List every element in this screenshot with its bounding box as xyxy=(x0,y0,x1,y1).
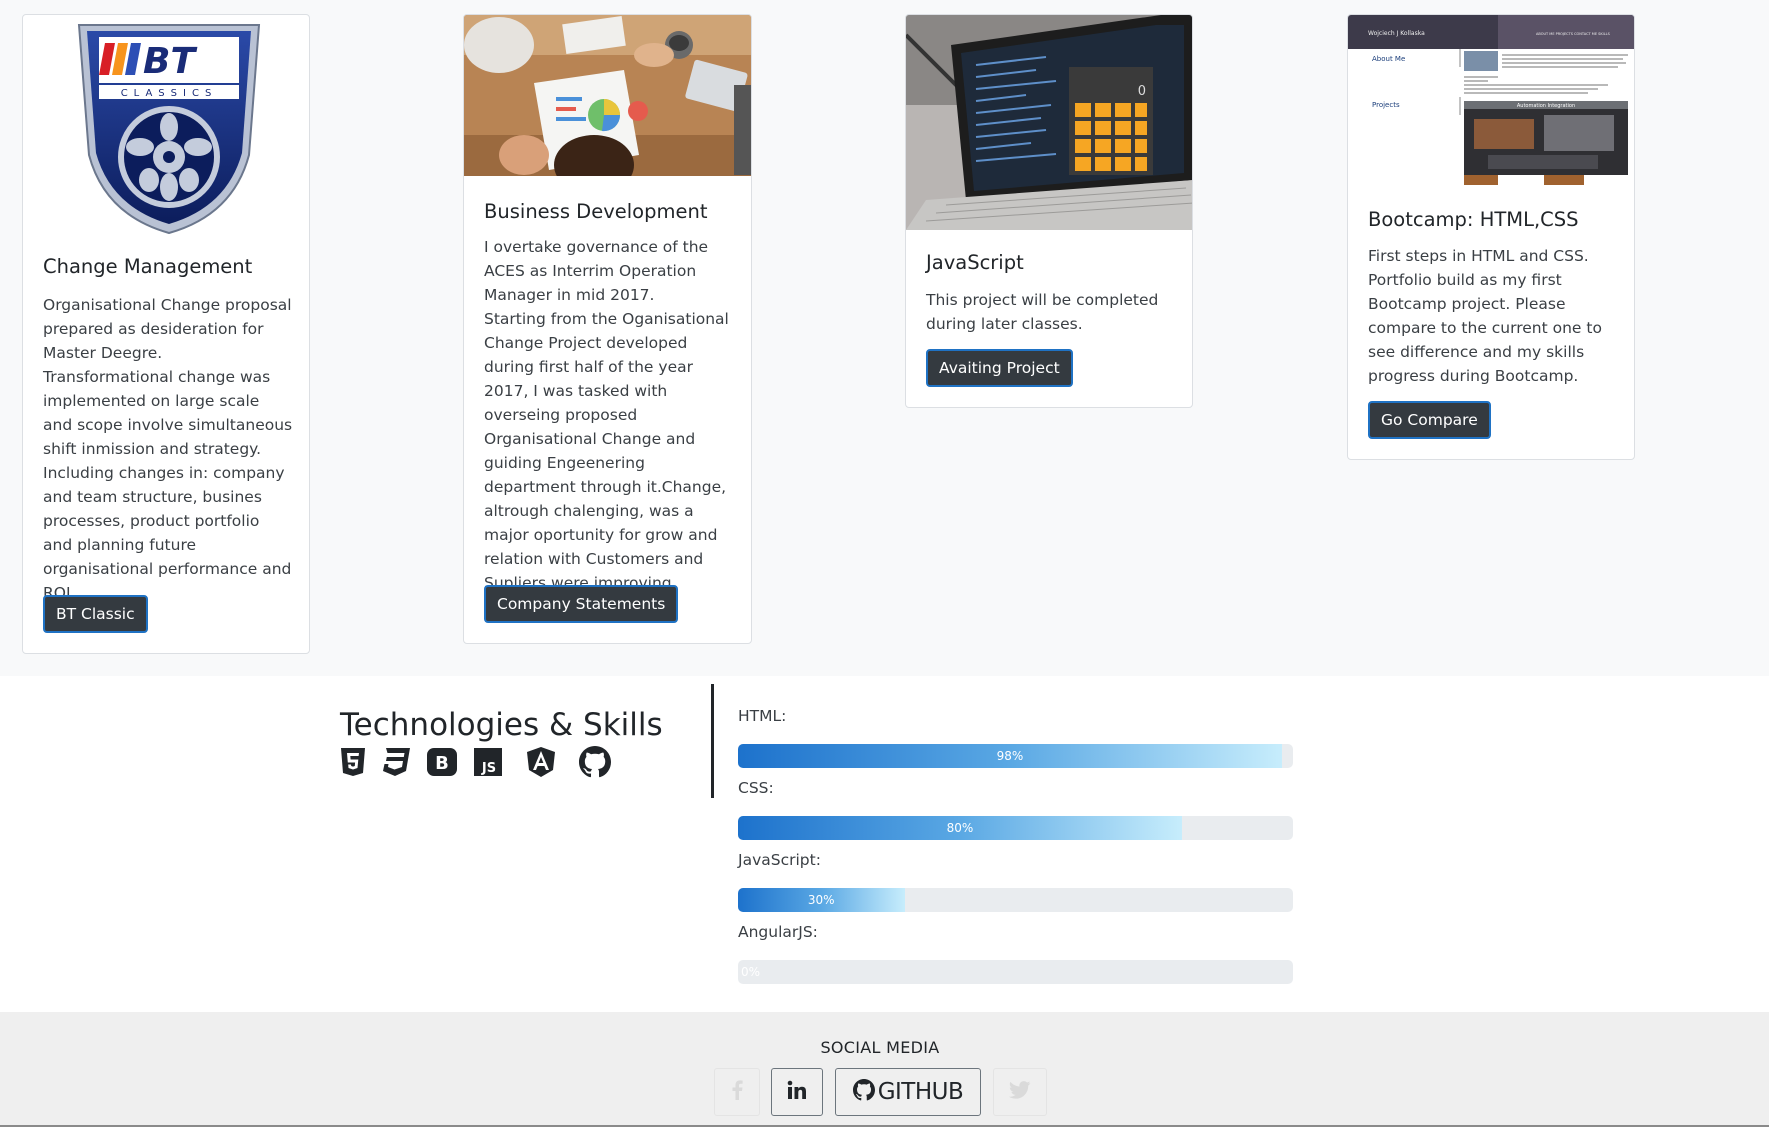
skill-label-javascript: JavaScript: xyxy=(738,851,821,869)
card-text: I overtake governance of the ACES as Int… xyxy=(484,238,729,592)
project-card-business-development: Business Development I overtake governan… xyxy=(463,14,752,644)
skills-section: Technologies & Skills B JS HTML: 98% CSS… xyxy=(0,676,1769,1012)
skill-label-css: CSS: xyxy=(738,779,774,797)
svg-text:CLASSICS: CLASSICS xyxy=(121,88,218,99)
twitter-icon xyxy=(1008,1081,1031,1103)
card-text: First steps in HTML and CSS. Portfolio b… xyxy=(1368,247,1602,385)
svg-text:About Me: About Me xyxy=(1372,55,1405,63)
progress-bar-css: 80% xyxy=(738,816,1293,840)
bt-classic-button[interactable]: BT Classic xyxy=(43,595,148,633)
progress-bar-html: 98% xyxy=(738,744,1293,768)
skills-title: Technologies & Skills xyxy=(340,707,663,743)
tech-icons-row: B JS xyxy=(340,746,611,778)
svg-text:Wojciech J Kollaska: Wojciech J Kollaska xyxy=(1368,30,1425,37)
progress-label-angularjs: 0% xyxy=(741,965,761,979)
facebook-button[interactable] xyxy=(714,1068,760,1116)
html5-icon xyxy=(340,747,366,777)
bootstrap-icon: B xyxy=(426,747,458,777)
project-card-javascript: 0 JavaScript This project will be comple… xyxy=(905,14,1193,408)
linkedin-button[interactable] xyxy=(771,1068,823,1116)
svg-text:ABOUT ME PROJECTS CONTACT: ABOUT ME PROJECTS CONTACT ME SKILLS xyxy=(1536,32,1611,36)
bt-classics-logo: BT CLASSICS xyxy=(23,15,309,245)
calculator-laptop-photo: 0 xyxy=(906,15,1192,230)
github-icon xyxy=(579,746,611,778)
company-statements-button[interactable]: Company Statements xyxy=(484,585,679,623)
github-button[interactable]: GITHUB xyxy=(835,1068,981,1116)
project-card-change-management: BT CLASSICS Change Management Organisati… xyxy=(22,14,310,654)
social-media-title: SOCIAL MEDIA xyxy=(820,1038,940,1057)
github-label: GITHUB xyxy=(877,1079,964,1105)
skill-label-html: HTML: xyxy=(738,707,787,725)
avaiting-project-button[interactable]: Avaiting Project xyxy=(926,349,1073,387)
card-title: Change Management xyxy=(43,255,253,278)
card-title: JavaScript xyxy=(926,251,1024,274)
card-text: Organisational Change proposal prepared … xyxy=(43,296,293,602)
card-title: Bootcamp: HTML,CSS xyxy=(1368,208,1579,231)
angular-icon xyxy=(526,746,556,778)
svg-text:Automation Integration: Automation Integration xyxy=(1517,103,1575,109)
card-text: This project will be completed during la… xyxy=(926,291,1159,333)
progress-bar-javascript: 30% xyxy=(738,888,1293,912)
progress-fill-html: 98% xyxy=(738,744,1282,768)
business-meeting-photo xyxy=(464,15,751,195)
progress-bar-angularjs: 0% xyxy=(738,960,1293,984)
css3-icon xyxy=(381,747,411,777)
linkedin-icon xyxy=(787,1080,807,1104)
bootcamp-portfolio-screenshot: Wojciech J Kollaska ABOUT ME PROJECTS CO… xyxy=(1348,15,1634,185)
github-icon xyxy=(852,1079,875,1105)
svg-text:Projects: Projects xyxy=(1372,101,1400,109)
svg-text:B: B xyxy=(435,753,449,774)
skills-divider xyxy=(711,684,714,798)
twitter-button[interactable] xyxy=(993,1068,1047,1116)
footer: SOCIAL MEDIA GITHUB xyxy=(0,1012,1769,1127)
go-compare-button[interactable]: Go Compare xyxy=(1368,401,1491,439)
svg-text:0: 0 xyxy=(1138,84,1146,99)
svg-text:JS: JS xyxy=(481,761,496,776)
progress-fill-css: 80% xyxy=(738,816,1182,840)
projects-section: BT CLASSICS Change Management Organisati… xyxy=(0,0,1769,676)
facebook-icon xyxy=(731,1080,743,1104)
project-card-bootcamp: Wojciech J Kollaska ABOUT ME PROJECTS CO… xyxy=(1347,14,1635,460)
progress-fill-javascript: 30% xyxy=(738,888,905,912)
javascript-icon: JS xyxy=(473,747,503,777)
skill-label-angularjs: AngularJS: xyxy=(738,923,818,941)
svg-text:BT: BT xyxy=(143,41,197,82)
card-title: Business Development xyxy=(484,200,708,223)
